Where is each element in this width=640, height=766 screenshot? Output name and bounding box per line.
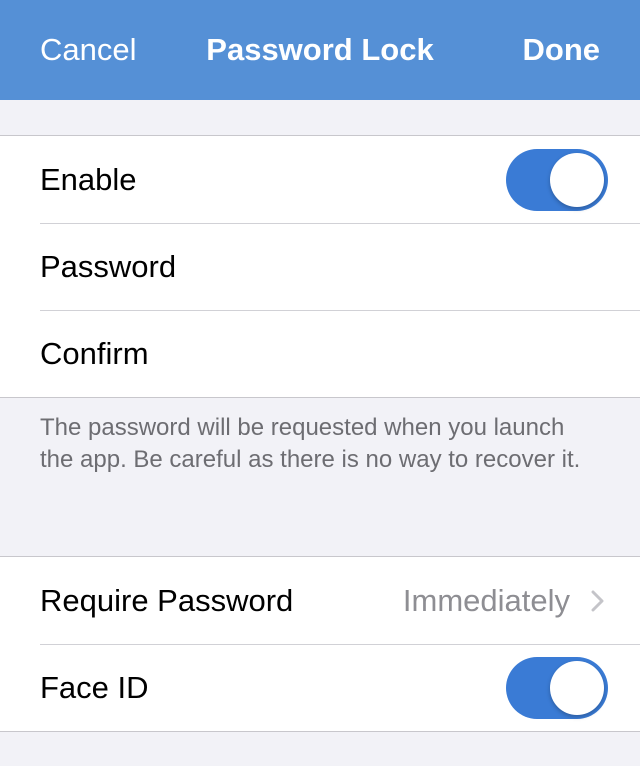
password-label: Password [40,249,177,284]
password-warning-note: The password will be requested when you … [40,414,581,473]
password-settings-group: Enable Password Confirm [0,135,640,398]
confirm-label: Confirm [40,336,149,371]
security-options-group: Require Password Immediately Face ID [0,556,640,732]
face-id-label: Face ID [40,670,149,705]
require-password-row[interactable]: Require Password Immediately [0,557,640,644]
toggle-knob [550,661,604,715]
enable-label: Enable [40,162,137,197]
done-button[interactable]: Done [523,32,601,68]
chevron-right-icon [591,590,604,612]
require-password-value: Immediately [402,583,570,618]
password-row[interactable]: Password [0,223,640,310]
toggle-knob [550,153,604,207]
face-id-toggle[interactable] [506,657,608,719]
enable-toggle[interactable] [506,149,608,211]
enable-row: Enable [0,136,640,223]
require-password-label: Require Password [40,583,294,618]
face-id-row: Face ID [0,644,640,731]
confirm-row[interactable]: Confirm [0,310,640,397]
navigation-bar: Cancel Password Lock Done [0,0,640,100]
